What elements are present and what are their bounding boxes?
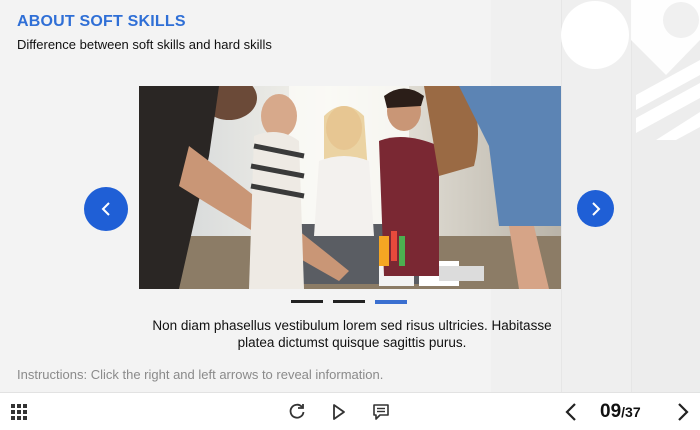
instructions-label: Instructions bbox=[17, 367, 84, 382]
slide-caption: Non diam phasellus vestibulum lorem sed … bbox=[152, 318, 552, 350]
player-toolbar: 09/37 bbox=[0, 392, 700, 430]
slide-title: ABOUT SOFT SKILLS bbox=[17, 13, 186, 30]
chevron-left-icon bbox=[565, 403, 576, 421]
page-counter: 09/37 bbox=[600, 401, 641, 423]
carousel-indicators bbox=[291, 299, 407, 304]
replay-icon bbox=[289, 403, 305, 419]
previous-slide-button[interactable] bbox=[84, 187, 128, 231]
decor-shapes bbox=[561, 0, 700, 140]
slide-subtitle: Difference between soft skills and hard … bbox=[17, 37, 272, 52]
next-page-button[interactable] bbox=[672, 393, 694, 430]
carousel-dot-2[interactable] bbox=[333, 300, 365, 303]
chevron-right-icon bbox=[591, 201, 600, 216]
notes-button[interactable] bbox=[370, 393, 392, 430]
chevron-left-icon bbox=[101, 202, 110, 216]
carousel-dot-3-active[interactable] bbox=[375, 299, 407, 304]
people-collaborating-photo bbox=[139, 86, 561, 289]
current-page: 09 bbox=[600, 401, 622, 422]
replay-button[interactable] bbox=[286, 393, 308, 430]
notes-icon bbox=[373, 404, 389, 420]
next-slide-button[interactable] bbox=[577, 190, 614, 227]
previous-page-button[interactable] bbox=[560, 393, 582, 430]
play-button[interactable] bbox=[328, 393, 350, 430]
menu-button[interactable] bbox=[8, 393, 30, 430]
instructions: Instructions: Click the right and left a… bbox=[17, 367, 383, 382]
carousel-dot-1[interactable] bbox=[291, 300, 323, 303]
total-pages: /37 bbox=[621, 404, 641, 420]
grid-menu-icon bbox=[11, 404, 27, 420]
play-icon bbox=[333, 404, 345, 420]
slide: ABOUT SOFT SKILLS Difference between sof… bbox=[0, 0, 700, 392]
instructions-text: : Click the right and left arrows to rev… bbox=[83, 367, 384, 382]
chevron-right-icon bbox=[678, 403, 689, 421]
